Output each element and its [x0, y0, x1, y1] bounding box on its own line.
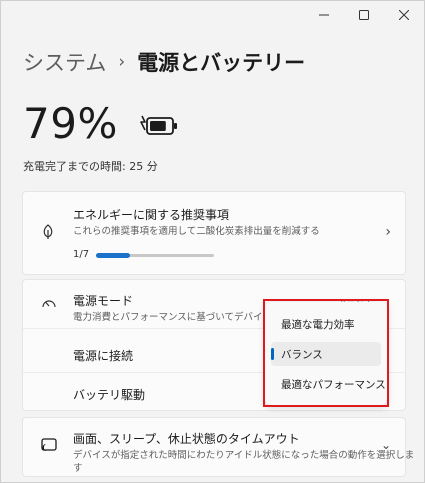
energy-recommendations-card[interactable]: エネルギーに関する推奨事項 これらの推奨事項を適用して二酸化炭素排出量を削減する…	[22, 191, 406, 275]
gauge-icon	[42, 300, 56, 308]
page-title: 電源とバッテリー	[137, 51, 306, 75]
close-icon	[399, 10, 409, 20]
leaf-icon	[43, 224, 53, 239]
annotation-highlight-box	[263, 299, 389, 407]
on-battery-label: バッテリ駆動	[73, 388, 146, 402]
plugged-in-label: 電源に接続	[73, 349, 134, 363]
breadcrumb-parent[interactable]: システム	[23, 47, 106, 77]
minimize-button[interactable]	[304, 1, 344, 29]
energy-card-subtitle: これらの推奨事項を適用して二酸化炭素排出量を削減する	[73, 226, 320, 237]
battery-status: 79%	[23, 99, 180, 148]
close-button[interactable]	[384, 1, 424, 29]
energy-card-title: エネルギーに関する推奨事項	[73, 208, 230, 222]
breadcrumb: システム › 電源とバッテリー	[23, 47, 305, 77]
screen-sleep-icon	[41, 438, 57, 451]
battery-percent: 79%	[23, 99, 118, 148]
screen-sleep-timeout-card[interactable]: 画面、スリープ、休止状態のタイムアウト デバイスが指定された時間にわたりアイドル…	[22, 417, 414, 477]
energy-progress-bar	[96, 253, 214, 258]
power-mode-title: 電源モード	[73, 294, 134, 308]
settings-window: システム › 電源とバッテリー 79% 充電完了までの時間: 25 分 エネルギ…	[0, 0, 425, 483]
minimize-icon	[319, 14, 329, 16]
energy-progress-label: 1/7	[73, 249, 90, 260]
maximize-button[interactable]	[344, 1, 384, 29]
charge-remaining: 充電完了までの時間: 25 分	[23, 160, 158, 173]
chevron-down-icon: ⌄	[380, 438, 391, 452]
chevron-right-icon: ›	[385, 224, 391, 240]
timeout-card-title: 画面、スリープ、休止状態のタイムアウト	[73, 432, 300, 446]
timeout-card-subtitle: デバイスが指定された時間にわたりアイドル状態になった場合の動作を選択しま	[73, 450, 415, 461]
battery-charging-icon	[140, 115, 177, 135]
timeout-card-subtitle-cont: す	[73, 463, 83, 474]
caption-buttons	[304, 1, 424, 29]
energy-progress-fill	[96, 253, 130, 258]
power-mode-subtitle: 電力消費とパフォーマンスに基づいてデバイスを最適化します	[73, 312, 268, 323]
maximize-icon	[359, 10, 369, 20]
breadcrumb-separator: ›	[118, 52, 126, 72]
